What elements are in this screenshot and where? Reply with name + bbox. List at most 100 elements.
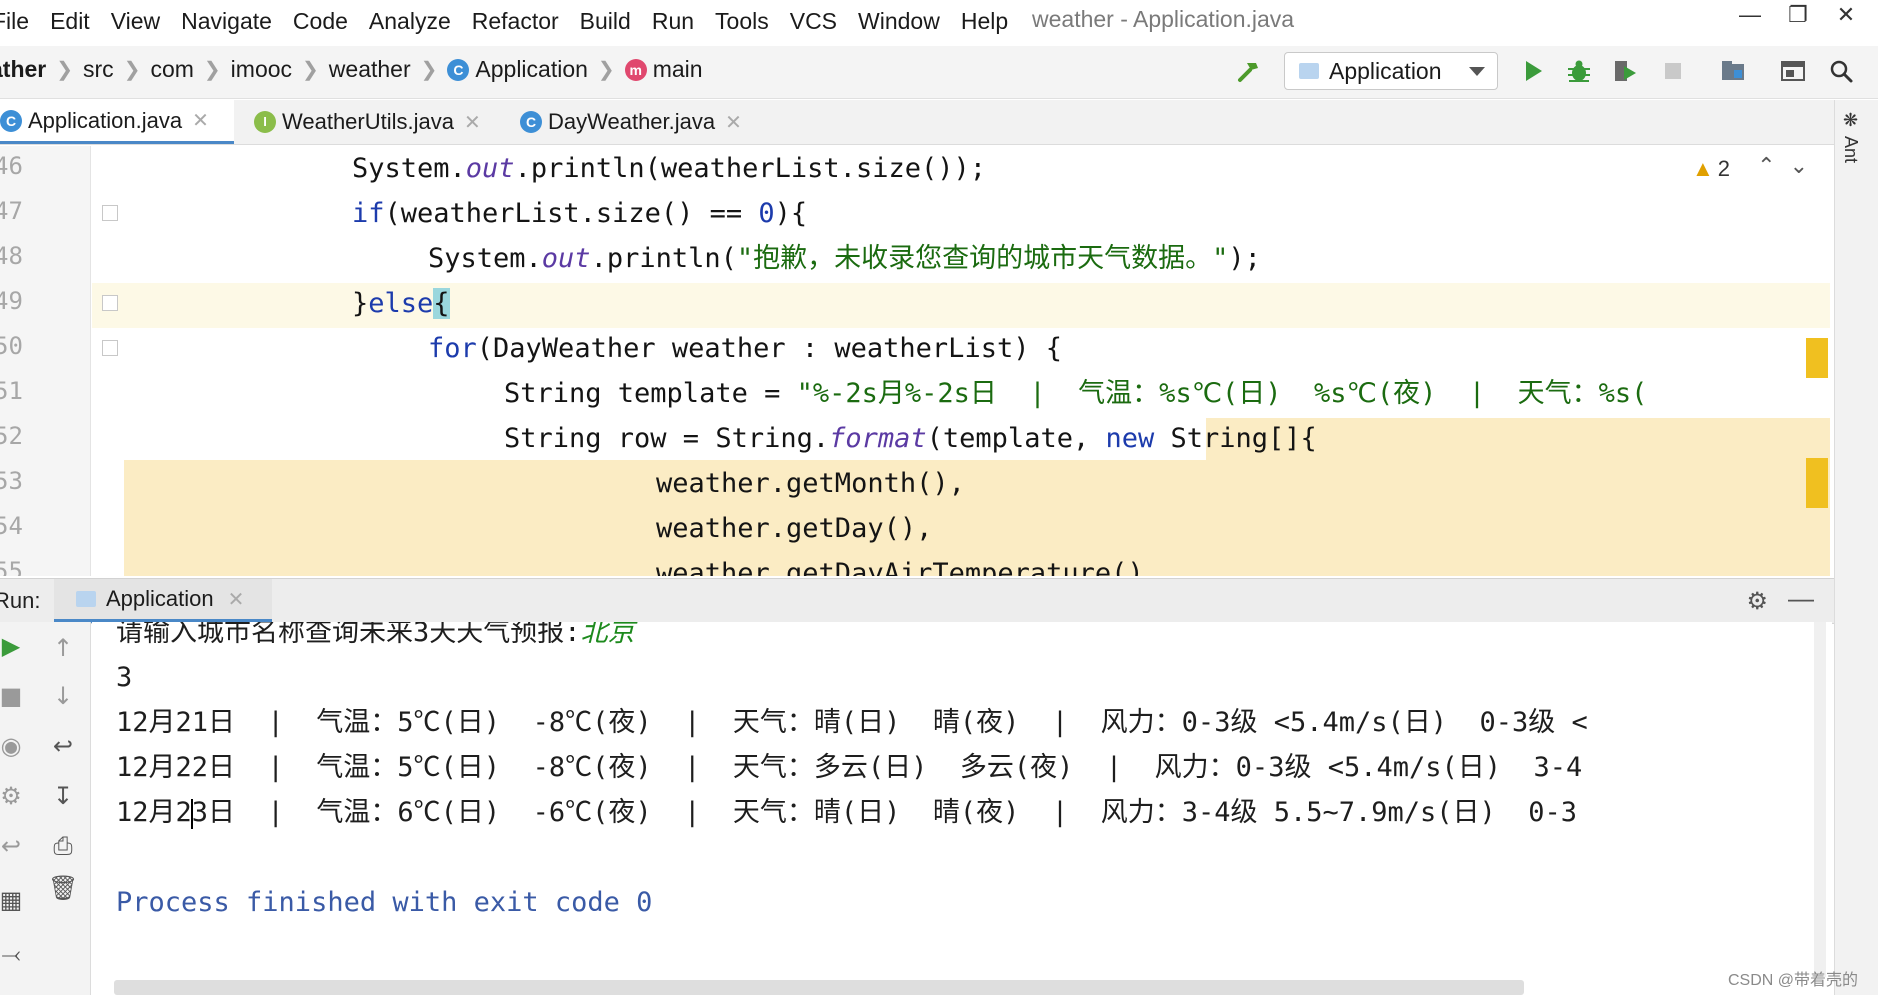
breadcrumb: ather❯ src❯ com❯ imooc❯ weather❯ CApplic… xyxy=(0,56,703,83)
error-stripe-mark[interactable] xyxy=(1806,338,1828,378)
navigate-problems[interactable]: ⌃ ⌄ xyxy=(1757,154,1808,179)
menu-view[interactable]: View xyxy=(111,8,160,35)
presentation-mode-icon[interactable] xyxy=(1780,58,1806,84)
stop-icon[interactable] xyxy=(1660,58,1686,84)
horizontal-scrollbar[interactable] xyxy=(114,980,1524,995)
hide-panel-icon[interactable]: — xyxy=(1788,583,1814,614)
menu-build[interactable]: Build xyxy=(580,8,631,35)
console-line: 请输入城市名称查询未来3天天气预报:北京 xyxy=(116,622,635,655)
code-line-50: for(DayWeather weather : weatherList) { xyxy=(428,333,1062,364)
console-line: Process finished with exit code 0 xyxy=(116,887,653,918)
class-icon: C xyxy=(0,109,22,132)
restore-icon[interactable]: ❐ xyxy=(1782,2,1814,28)
breadcrumb-imooc[interactable]: imooc ❯ xyxy=(231,56,329,83)
warning-icon: ▲ xyxy=(1691,156,1714,181)
rerun-icon[interactable]: ▶ xyxy=(0,632,26,660)
ant-tool-window-button[interactable]: ❋ Ant xyxy=(1840,110,1862,163)
breadcrumb-com[interactable]: com ❯ xyxy=(150,56,230,83)
scroll-to-end-icon[interactable]: ↧ xyxy=(48,782,78,810)
console-line: 12月21日 | 气温：5℃(日) -8℃(夜) | 天气：晴(日) 晴(夜) … xyxy=(116,707,1588,738)
code-line-53: weather.getMonth(), xyxy=(656,468,965,499)
exit-icon[interactable]: ↩ xyxy=(0,832,26,860)
chevron-up-icon[interactable]: ⌃ xyxy=(1757,154,1775,179)
pin-icon[interactable]: ⤙ xyxy=(0,940,26,968)
chevron-right-icon: ❯ xyxy=(123,59,141,81)
close-icon[interactable]: ✕ xyxy=(1830,2,1862,28)
build-hammer-icon[interactable] xyxy=(1236,58,1262,84)
breadcrumb-src[interactable]: src ❯ xyxy=(83,56,150,83)
menu-items: File Edit View Navigate Code Analyze Ref… xyxy=(0,8,1029,35)
menu-refactor[interactable]: Refactor xyxy=(472,8,559,35)
menu-help[interactable]: Help xyxy=(961,8,1008,35)
warning-count: 2 xyxy=(1717,156,1730,181)
menu-edit[interactable]: Edit xyxy=(50,8,90,35)
run-tab-application[interactable]: Application ✕ xyxy=(54,579,272,623)
code-line-46: System.out.println(weatherList.size()); xyxy=(352,153,986,184)
camera-icon[interactable]: ◉ xyxy=(0,732,26,760)
chevron-down-icon[interactable]: ⌄ xyxy=(1790,154,1808,179)
trash-icon[interactable]: 🗑 xyxy=(48,874,78,902)
code-line-52: String row = String.format(template, new… xyxy=(504,423,1317,454)
arrow-up-icon[interactable]: ↑ xyxy=(48,634,78,662)
right-tool-window-strip xyxy=(1834,100,1878,995)
code-line-49: }else{ xyxy=(352,288,450,319)
close-tab-icon[interactable]: ✕ xyxy=(725,110,742,135)
class-icon: C xyxy=(520,111,542,133)
chevron-down-icon xyxy=(1469,67,1485,76)
user-input-text: 北京 xyxy=(580,622,635,648)
menu-tools[interactable]: Tools xyxy=(715,8,769,35)
breadcrumb-weather[interactable]: weather ❯ xyxy=(329,56,448,83)
menu-code[interactable]: Code xyxy=(293,8,348,35)
menu-navigate[interactable]: Navigate xyxy=(181,8,272,35)
soft-wrap-icon[interactable]: ↩ xyxy=(48,732,78,760)
debug-icon[interactable] xyxy=(1566,58,1592,84)
arrow-down-icon[interactable]: ↓ xyxy=(48,682,78,710)
breadcrumb-main[interactable]: m main xyxy=(624,56,703,83)
chevron-right-icon: ❯ xyxy=(597,59,615,81)
method-icon: m xyxy=(624,58,647,81)
console-line: 12月22日 | 气温：5℃(日) -8℃(夜) | 天气：多云(日) 多云(夜… xyxy=(116,752,1583,783)
chevron-right-icon: ❯ xyxy=(56,59,74,81)
menu-file[interactable]: File xyxy=(0,8,29,35)
print-icon[interactable]: ⎙ xyxy=(48,832,78,860)
run-tool-window-header: Run: Application ✕ ⚙ — xyxy=(0,578,1834,624)
run-icon[interactable] xyxy=(1520,58,1546,84)
stop-icon[interactable]: ■ xyxy=(0,682,26,710)
breadcrumb-application[interactable]: C Application ❯ xyxy=(447,56,624,83)
menu-vcs[interactable]: VCS xyxy=(790,8,837,35)
error-stripe-mark[interactable] xyxy=(1806,458,1828,508)
watermark: CSDN @带着壳的 xyxy=(1727,972,1858,989)
close-tab-icon[interactable]: ✕ xyxy=(228,587,245,612)
menu-run[interactable]: Run xyxy=(652,8,694,35)
close-tab-icon[interactable]: ✕ xyxy=(192,108,209,133)
run-with-coverage-icon[interactable] xyxy=(1612,58,1638,84)
menu-analyze[interactable]: Analyze xyxy=(369,8,451,35)
search-icon[interactable] xyxy=(1828,58,1854,84)
close-tab-icon[interactable]: ✕ xyxy=(464,110,481,135)
breadcrumb-project[interactable]: ather❯ xyxy=(0,56,83,83)
ant-icon: ❋ xyxy=(1841,110,1861,131)
vertical-scrollbar[interactable] xyxy=(1814,622,1826,977)
tab-application-java[interactable]: C Application.java ✕ xyxy=(0,100,234,144)
console-output[interactable]: 请输入城市名称查询未来3天天气预报:北京 3 12月21日 | 气温：5℃(日)… xyxy=(92,622,1832,995)
gear-icon[interactable]: ⚙ xyxy=(1746,587,1768,616)
code-line-48: System.out.println("抱歉，未收录您查询的城市天气数据。"); xyxy=(428,243,1261,274)
project-structure-icon[interactable] xyxy=(1720,58,1746,84)
application-config-icon xyxy=(76,591,96,607)
code-editor[interactable]: 46 47 48 49 50 51 52 53 54 55 System.out… xyxy=(0,146,1830,576)
layout-icon[interactable]: ▦ xyxy=(0,886,26,914)
code-line-55: weather.getDayAirTemperature(), xyxy=(656,558,1160,576)
tab-dayweather-java[interactable]: C DayWeather.java ✕ xyxy=(512,100,750,144)
settings-icon[interactable]: ⚙ xyxy=(0,782,26,810)
navigation-bar: ather❯ src❯ com❯ imooc❯ weather❯ CApplic… xyxy=(0,46,1878,99)
console-line: 3 xyxy=(116,662,133,693)
application-config-icon xyxy=(1299,63,1319,79)
console-line: 12月23日 | 气温：6℃(日) -6℃(夜) | 天气：晴(日) 晴(夜) … xyxy=(116,797,1578,829)
minimize-icon[interactable]: — xyxy=(1734,2,1766,28)
tab-weatherutils-java[interactable]: I WeatherUtils.java ✕ xyxy=(246,100,489,144)
code-line-47: if(weatherList.size() == 0){ xyxy=(352,198,808,229)
menu-window[interactable]: Window xyxy=(858,8,940,35)
run-configuration-selector[interactable]: Application xyxy=(1284,52,1498,90)
code-line-51: String template = "%-2s月%-2s日 | 气温：%s℃(日… xyxy=(504,378,1648,409)
inspection-widget[interactable]: ▲ 2 xyxy=(1692,156,1730,182)
